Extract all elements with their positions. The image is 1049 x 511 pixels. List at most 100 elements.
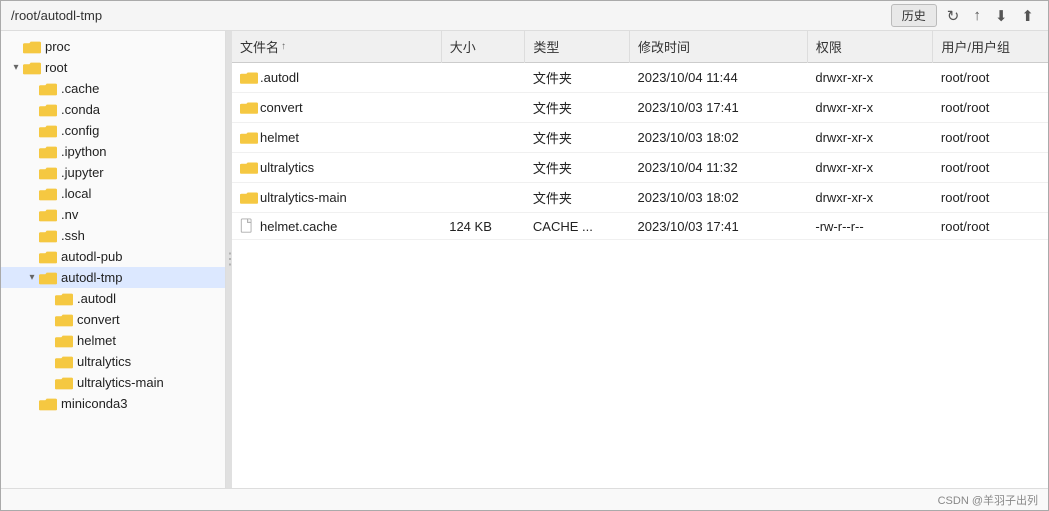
sidebar-item-label: helmet: [77, 333, 116, 348]
sidebar-item-label: proc: [45, 39, 70, 54]
table-row[interactable]: ultralytics 文件夹 2023/10/04 11:32 drwxr-x…: [232, 153, 1048, 183]
sidebar: proc ▾ root .cache .conda .config .ipytho…: [1, 31, 226, 488]
sidebar-item-jupyter[interactable]: .jupyter: [1, 162, 225, 183]
file-name-text: ultralytics: [260, 160, 314, 175]
file-icon: [240, 218, 256, 234]
col-header-perm[interactable]: 权限: [807, 31, 933, 63]
folder-icon: [39, 208, 57, 222]
folder-icon: [55, 355, 73, 369]
table-row[interactable]: convert 文件夹 2023/10/03 17:41 drwxr-xr-x …: [232, 93, 1048, 123]
sidebar-item-helmet-sub[interactable]: helmet: [1, 330, 225, 351]
sidebar-item-proc[interactable]: proc: [1, 36, 225, 57]
sidebar-item-autodl-pub[interactable]: autodl-pub: [1, 246, 225, 267]
cell-name: helmet: [232, 123, 441, 153]
cell-owner: root/root: [933, 123, 1048, 153]
sidebar-item-label: convert: [77, 312, 120, 327]
expand-arrow: ▾: [9, 62, 23, 73]
table-row[interactable]: helmet.cache 124 KB CACHE ... 2023/10/03…: [232, 213, 1048, 240]
sidebar-item-label: .cache: [61, 81, 99, 96]
col-header-name[interactable]: 文件名 ↑: [232, 31, 441, 63]
sidebar-item-convert-sub[interactable]: convert: [1, 309, 225, 330]
refresh-icon: ↻: [947, 8, 960, 25]
cell-modified: 2023/10/04 11:32: [630, 153, 808, 183]
cell-modified: 2023/10/03 17:41: [630, 213, 808, 240]
folder-icon: [240, 131, 256, 144]
cell-owner: root/root: [933, 183, 1048, 213]
cell-type: 文件夹: [525, 153, 630, 183]
sidebar-item-label: ultralytics: [77, 354, 131, 369]
sidebar-item-local[interactable]: .local: [1, 183, 225, 204]
sidebar-item-nv[interactable]: .nv: [1, 204, 225, 225]
sidebar-item-label: miniconda3: [61, 396, 128, 411]
cell-perm: drwxr-xr-x: [807, 93, 933, 123]
expand-arrow: ▾: [25, 272, 39, 283]
cell-size: [441, 153, 525, 183]
folder-icon: [39, 103, 57, 117]
sidebar-item-config[interactable]: .config: [1, 120, 225, 141]
sidebar-item-label: .local: [61, 186, 91, 201]
folder-icon: [39, 124, 57, 138]
sidebar-item-conda[interactable]: .conda: [1, 99, 225, 120]
cell-size: [441, 183, 525, 213]
sidebar-item-ssh[interactable]: .ssh: [1, 225, 225, 246]
table-row[interactable]: ultralytics-main 文件夹 2023/10/03 18:02 dr…: [232, 183, 1048, 213]
cell-perm: drwxr-xr-x: [807, 183, 933, 213]
cell-type: 文件夹: [525, 63, 630, 93]
sidebar-item-ultralytics-main-sub[interactable]: ultralytics-main: [1, 372, 225, 393]
sidebar-item-autodl-tmp[interactable]: ▾ autodl-tmp: [1, 267, 225, 288]
cell-size: [441, 93, 525, 123]
up-button[interactable]: ↑: [969, 7, 985, 24]
table-row[interactable]: .autodl 文件夹 2023/10/04 11:44 drwxr-xr-x …: [232, 63, 1048, 93]
folder-icon: [55, 334, 73, 348]
upload-button[interactable]: ⬆: [1017, 7, 1038, 25]
refresh-button[interactable]: ↻: [943, 7, 964, 25]
cell-modified: 2023/10/03 18:02: [630, 183, 808, 213]
sidebar-item-label: .config: [61, 123, 99, 138]
cell-type: 文件夹: [525, 123, 630, 153]
cell-owner: root/root: [933, 93, 1048, 123]
cell-perm: drwxr-xr-x: [807, 123, 933, 153]
sidebar-item-ultralytics-sub[interactable]: ultralytics: [1, 351, 225, 372]
cell-perm: drwxr-xr-x: [807, 153, 933, 183]
download-button[interactable]: ⬇: [991, 7, 1012, 25]
cell-owner: root/root: [933, 63, 1048, 93]
up-icon: ↑: [973, 7, 981, 24]
sidebar-item-root[interactable]: ▾ root: [1, 57, 225, 78]
cell-perm: -rw-r--r--: [807, 213, 933, 240]
sort-arrow-name: ↑: [281, 41, 286, 52]
folder-icon: [39, 82, 57, 96]
sidebar-item-label: .nv: [61, 207, 78, 222]
file-name-text: .autodl: [260, 70, 299, 85]
history-button[interactable]: 历史: [891, 4, 937, 27]
folder-icon: [39, 250, 57, 264]
cell-modified: 2023/10/03 18:02: [630, 123, 808, 153]
cell-size: [441, 123, 525, 153]
upload-icon: ⬆: [1021, 8, 1034, 25]
col-header-type[interactable]: 类型: [525, 31, 630, 63]
folder-icon: [23, 61, 41, 75]
table-row[interactable]: helmet 文件夹 2023/10/03 18:02 drwxr-xr-x r…: [232, 123, 1048, 153]
download-icon: ⬇: [995, 8, 1008, 25]
col-header-owner[interactable]: 用户/用户组: [933, 31, 1048, 63]
cell-name: ultralytics: [232, 153, 441, 183]
folder-icon: [39, 271, 57, 285]
folder-icon: [55, 376, 73, 390]
main-content: proc ▾ root .cache .conda .config .ipytho…: [1, 31, 1048, 488]
titlebar: /root/autodl-tmp 历史 ↻ ↑ ⬇ ⬆: [1, 1, 1048, 31]
sidebar-item-ipython[interactable]: .ipython: [1, 141, 225, 162]
sidebar-item-autodl-sub[interactable]: .autodl: [1, 288, 225, 309]
cell-name: .autodl: [232, 63, 441, 93]
cell-size: [441, 63, 525, 93]
sidebar-item-cache[interactable]: .cache: [1, 78, 225, 99]
file-table: 文件名 ↑ 大小 类型 修改时间: [232, 31, 1048, 240]
sidebar-item-label: .jupyter: [61, 165, 104, 180]
col-header-modified[interactable]: 修改时间: [630, 31, 808, 63]
sidebar-item-label: ultralytics-main: [77, 375, 164, 390]
folder-icon: [39, 229, 57, 243]
statusbar: CSDN @羊羽子出列: [1, 488, 1048, 510]
col-header-size[interactable]: 大小: [441, 31, 525, 63]
file-table-header: 文件名 ↑ 大小 类型 修改时间: [232, 31, 1048, 63]
folder-icon: [55, 292, 73, 306]
folder-icon: [39, 187, 57, 201]
sidebar-item-miniconda3[interactable]: miniconda3: [1, 393, 225, 414]
